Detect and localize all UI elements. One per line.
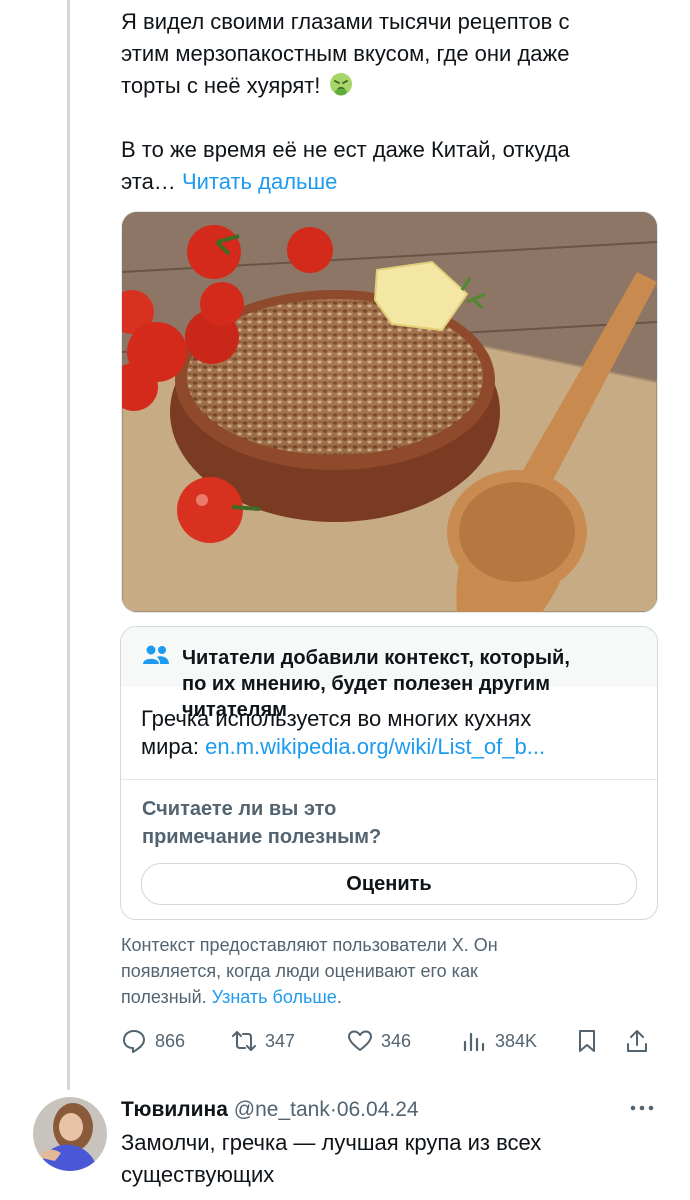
tweet-line: торты с неё хуярят! (121, 70, 666, 102)
reply-button[interactable]: 866 (121, 1025, 185, 1057)
title-line: по их мнению, будет полезен другим (182, 673, 551, 695)
share-icon (627, 1030, 647, 1052)
views-count: 384K (495, 1030, 538, 1051)
share-button[interactable] (624, 1025, 658, 1057)
reply-date[interactable]: 06.04.24 (337, 1098, 419, 1121)
community-note-header: Читатели добавили контекст, который, по … (121, 627, 657, 721)
bookmark-button[interactable] (574, 1025, 608, 1057)
tweet-line-text: эта… (121, 169, 176, 194)
question-line: примечание полезным? (142, 826, 382, 848)
tweet-body: Я видел своими глазами тысячи рецептов с… (121, 6, 666, 198)
tweet-line: В то же время её не ест даже Китай, отку… (121, 137, 570, 162)
reply-author-handle[interactable]: @ne_tank (234, 1098, 330, 1121)
rate-button[interactable]: Оценить (141, 863, 637, 905)
like-count: 346 (381, 1030, 412, 1051)
avatar[interactable] (33, 1097, 107, 1171)
separator-dot: · (329, 1098, 337, 1121)
tweet-actions: 866 347 346 384K (121, 1025, 656, 1057)
community-note-card: Читатели добавили контекст, который, по … (120, 626, 658, 920)
like-button[interactable]: 346 (347, 1025, 411, 1057)
community-note-body: Гречка используется во многих кухнях мир… (141, 705, 641, 761)
wikipedia-link[interactable]: en.m.wikipedia.org/wiki/List_of_b... (205, 734, 545, 759)
context-text: полезный. (121, 987, 207, 1007)
thread-connector-line (67, 0, 70, 1090)
views-icon (463, 1032, 485, 1052)
reply-line: Замолчи, гречка — лучшая крупа из всех (121, 1130, 542, 1155)
reply-author-name[interactable]: Тювилина (121, 1098, 228, 1121)
tweet-line: эта… Читать дальше (121, 166, 666, 198)
context-footer: Контекст предоставляют пользователи X. О… (121, 932, 621, 1010)
avatar-image (33, 1097, 107, 1171)
reply-count: 866 (155, 1030, 186, 1051)
people-icon (143, 645, 169, 664)
retweet-button[interactable]: 347 (231, 1025, 295, 1057)
context-line: Контекст предоставляют пользователи X. О… (121, 935, 498, 955)
retweet-icon (232, 1031, 256, 1051)
tweet-line-text: торты с неё хуярят! (121, 73, 321, 98)
views-button[interactable]: 384K (461, 1025, 537, 1057)
note-question: Считаете ли вы это примечание полезным? (142, 795, 542, 851)
reply-header: Тювилина @ne_tank·06.04.24 (121, 1096, 419, 1124)
context-period: . (336, 987, 342, 1007)
reply-body: Замолчи, гречка — лучшая крупа из всех с… (121, 1127, 661, 1191)
tweet-photo[interactable] (121, 211, 658, 613)
note-text: Гречка используется во многих кухнях (141, 706, 532, 731)
buckwheat-bowl-image (122, 212, 657, 612)
title-line: Читатели добавили контекст, который, (182, 647, 570, 669)
reply-line: существующих (121, 1162, 275, 1187)
nauseated-face-icon (329, 73, 352, 96)
retweet-count: 347 (265, 1030, 296, 1051)
tweet-line: этим мерзопакостным вкусом, где они даже (121, 41, 570, 66)
more-options-icon[interactable] (628, 1098, 656, 1118)
note-text-line: мира: en.m.wikipedia.org/wiki/List_of_b.… (141, 733, 641, 761)
learn-more-link[interactable]: Узнать больше (212, 987, 337, 1007)
bookmark-icon (579, 1030, 595, 1052)
divider (121, 779, 657, 780)
reply-icon (123, 1030, 145, 1053)
question-line: Считаете ли вы это (142, 798, 337, 820)
note-text: мира: (141, 734, 199, 759)
context-line: полезный. Узнать больше. (121, 984, 621, 1010)
heart-icon (348, 1030, 372, 1051)
tweet-line: Я видел своими глазами тысячи рецептов с (121, 9, 570, 34)
context-line: появляется, когда люди оценивают его как (121, 961, 478, 981)
read-more-link[interactable]: Читать дальше (182, 169, 337, 194)
